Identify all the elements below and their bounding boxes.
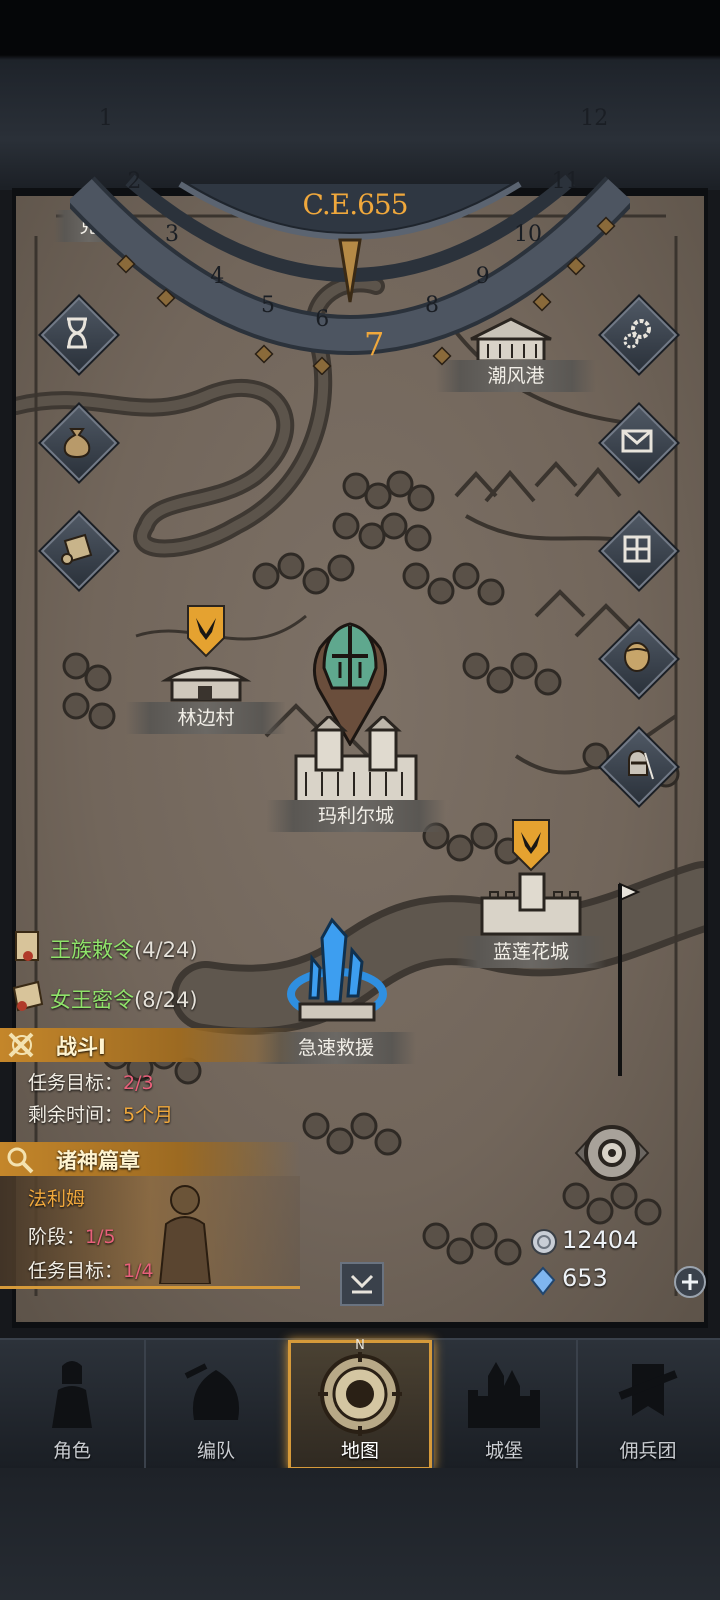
chevron-down-icon	[350, 1274, 374, 1294]
year-label: C.E.655	[302, 188, 408, 221]
castle-blue-lotus-icon[interactable]	[476, 868, 586, 938]
nav-formation[interactable]: 编队	[144, 1340, 290, 1470]
quest-royal-order-count: (4/24)	[134, 938, 198, 962]
window-button[interactable]	[600, 512, 678, 590]
plus-icon	[682, 1274, 698, 1290]
nav-mercenary[interactable]: 佣兵团	[576, 1340, 720, 1470]
envelope-icon	[621, 429, 653, 453]
time-hourglass-button[interactable]	[40, 296, 118, 374]
story-hero-name: 法利姆	[28, 1188, 86, 1210]
month-label-8: 8	[424, 292, 439, 318]
mail-button[interactable]	[600, 404, 678, 482]
month-label-12: 12	[580, 106, 609, 132]
hourglass-icon	[67, 317, 87, 349]
battle-task-title: 战斗I	[56, 1035, 106, 1059]
quest-queen-order-count: (8/24)	[134, 988, 198, 1012]
bottom-nav: 角色 编队 N 地图 城堡 佣兵团	[0, 1338, 720, 1470]
castle-mariel-icon[interactable]	[286, 716, 426, 806]
shield-button[interactable]	[600, 620, 678, 698]
month-label-1: 1	[98, 106, 113, 132]
nav-formation-label: 编队	[196, 1440, 235, 1462]
story-task-title: 诸神篇章	[56, 1149, 140, 1173]
battle-task-banner[interactable]: 战斗I	[0, 1028, 300, 1062]
battle-task-target: 任务目标：2/3	[28, 1072, 154, 1094]
month-label-4: 4	[210, 263, 225, 289]
location-label-village[interactable]: 林边村	[126, 702, 286, 734]
current-month: 7	[364, 325, 385, 363]
nav-mercenary-label: 佣兵团	[619, 1440, 677, 1462]
locate-control[interactable]	[556, 1118, 668, 1188]
magnifier-icon	[7, 1147, 34, 1174]
story-task-banner[interactable]: 诸神篇章	[0, 1142, 300, 1176]
faction-banner-icon	[187, 605, 225, 658]
month-label-11: 11	[551, 168, 580, 194]
story-task-stage: 阶段：1/5	[28, 1226, 116, 1248]
month-label-2: 2	[127, 168, 142, 194]
round-shield-icon	[624, 642, 650, 672]
window-grid-icon	[623, 535, 651, 563]
gem-amount: 653	[562, 1264, 608, 1292]
story-task-target: 任务目标：1/4	[28, 1260, 154, 1282]
knight-button[interactable]	[600, 728, 678, 806]
secret-scroll-icon	[12, 980, 44, 1012]
settings-button[interactable]	[600, 296, 678, 374]
month-label-3: 3	[165, 221, 180, 247]
bottom-safe-area	[0, 1468, 720, 1600]
village-building-icon[interactable]	[158, 658, 254, 704]
faction-banner-icon	[512, 819, 550, 872]
silver-amount: 12404	[562, 1226, 639, 1254]
nav-character[interactable]: 角色	[0, 1340, 146, 1470]
crossed-swords-icon	[8, 1032, 34, 1058]
add-currency-button[interactable]	[674, 1266, 706, 1298]
location-label-mariel-castle[interactable]: 玛利尔城	[266, 800, 446, 832]
flag-pole-icon	[618, 882, 641, 1076]
decree-scroll-icon	[15, 931, 39, 961]
castle-icon	[468, 1362, 540, 1428]
gear-icon	[623, 319, 651, 349]
nav-castle[interactable]: 城堡	[432, 1340, 578, 1470]
month-label-5: 5	[261, 292, 276, 318]
mercenary-banner-icon	[618, 1364, 678, 1416]
scroll-button[interactable]	[40, 512, 118, 590]
battle-task-time: 剩余时间：5个月	[28, 1104, 174, 1126]
quest-royal-order-label: 王族敕令	[50, 938, 134, 962]
scroll-icon	[61, 533, 93, 565]
gem-icon	[530, 1266, 556, 1296]
month-label-10: 10	[513, 221, 542, 247]
rescue-crystal-icon[interactable]	[282, 916, 392, 1026]
knight-icon	[52, 1361, 92, 1428]
nav-castle-label: 城堡	[484, 1440, 523, 1462]
month-label-9: 9	[475, 263, 490, 289]
month-label-6: 6	[315, 307, 330, 333]
quest-queen-order-label: 女王密令	[50, 988, 134, 1012]
collapse-panel-button[interactable]	[340, 1262, 384, 1306]
bag-button[interactable]	[40, 404, 118, 482]
calendar-dial[interactable]	[70, 120, 630, 375]
compass-map-icon	[318, 1352, 402, 1436]
nav-map[interactable]: N 地图	[288, 1338, 434, 1470]
helmet-formation-icon	[184, 1363, 240, 1420]
nav-map-label: 地图	[340, 1440, 379, 1462]
money-bag-icon	[63, 428, 91, 459]
silver-coin-icon	[531, 1229, 557, 1255]
knight-helmet-icon	[628, 749, 654, 780]
location-label-blue-lotus[interactable]: 蓝莲花城	[456, 936, 606, 968]
nav-character-label: 角色	[52, 1440, 91, 1462]
